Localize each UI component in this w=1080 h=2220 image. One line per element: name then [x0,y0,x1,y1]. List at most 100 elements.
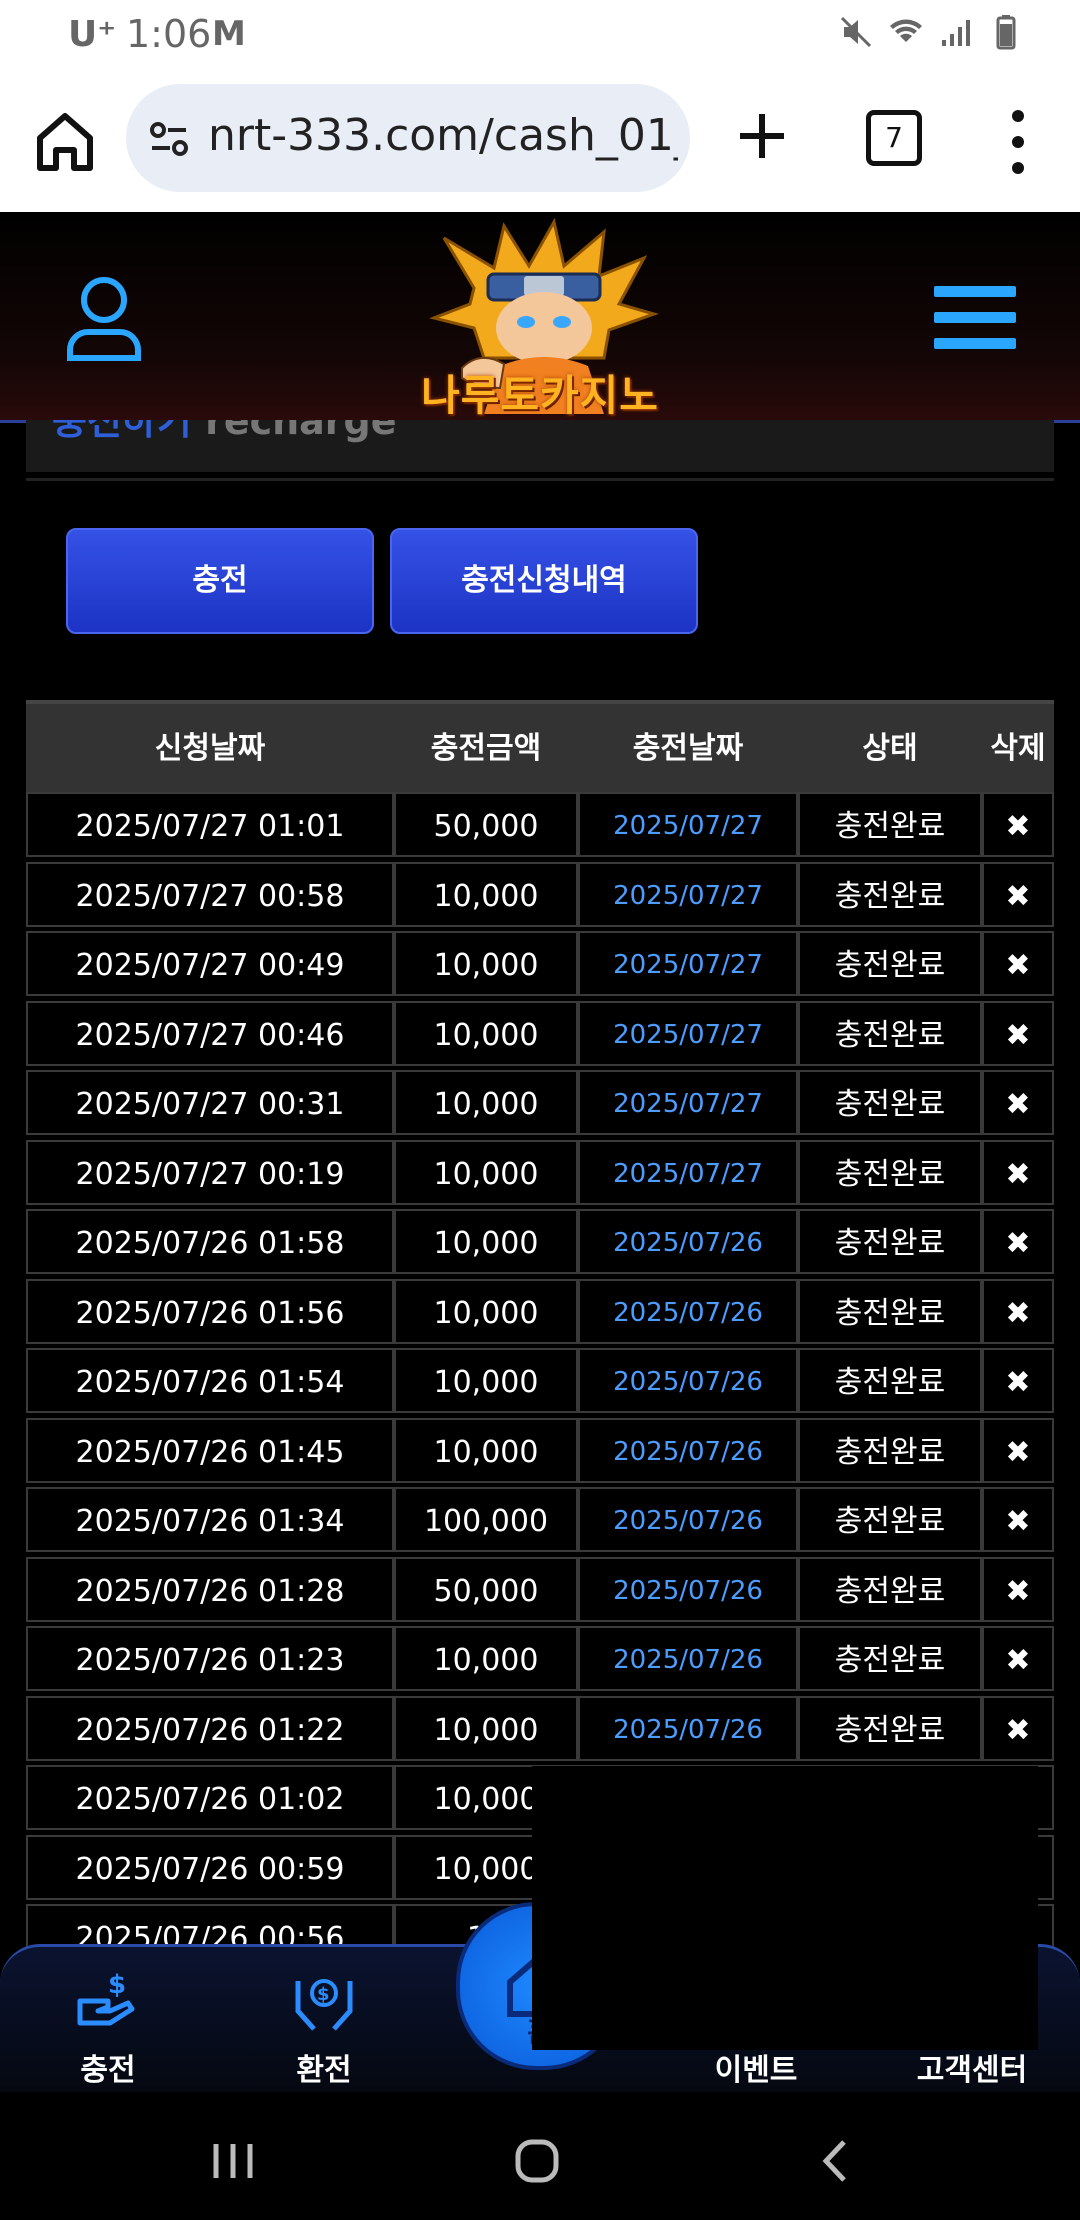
svg-text:$: $ [108,1970,126,2000]
charge-date-cell: 2025/07/27 [578,861,798,927]
request-date-cell: 2025/07/26 01:34 [26,1487,394,1552]
system-home-icon[interactable] [512,2136,562,2186]
charge-date-cell: 2025/07/26 [578,1487,798,1552]
header-delete: 삭제 [990,731,1046,766]
request-date-cell: 2025/07/26 01:45 [26,1417,394,1483]
charge-button[interactable]: 충전 [66,528,374,634]
charge-date-cell: 2025/07/27 [578,792,798,857]
amount-cell: 10,000 [394,861,578,927]
nav-charge-label: 충전 [80,2053,136,2088]
request-date-cell: 2025/07/26 01:28 [26,1556,394,1622]
delete-icon[interactable]: ✖ [982,1348,1054,1413]
nav-support-label: 고객센터 [916,2053,1028,2088]
status-cell: 충전완료 [798,1278,982,1344]
amount-cell: 10,000 [394,1417,578,1483]
request-date-cell: 2025/07/26 01:23 [26,1626,394,1691]
request-date-cell: 2025/07/26 01:58 [26,1209,394,1274]
status-bar: U⁺ 1:06 M [0,0,1080,66]
delete-icon[interactable]: ✖ [982,1626,1054,1691]
system-navigation-bar [0,2092,1080,2220]
status-cell: 충전완료 [798,931,982,996]
amount-cell: 100,000 [394,1487,578,1552]
charge-date-cell: 2025/07/27 [578,931,798,996]
section-title-en: recharge [205,420,397,443]
table-row: 2025/07/26 01:23 10,000 2025/07/26 충전완료 ✖ [26,1626,1054,1696]
amount-cell: 50,000 [394,792,578,857]
wifi-icon [890,19,922,42]
request-date-cell: 2025/07/26 01:22 [26,1695,394,1761]
header-request-date: 신청날짜 [154,731,266,766]
header-charge-date: 충전날짜 [632,731,744,766]
status-cell: 충전완료 [798,1556,982,1622]
new-tab-icon[interactable] [730,104,794,168]
status-cell: 충전완료 [798,1070,982,1135]
charge-date-cell: 2025/07/26 [578,1417,798,1483]
amount-cell: 10,000 [394,1348,578,1413]
delete-icon[interactable]: ✖ [982,1695,1054,1761]
hamburger-bar[interactable] [934,286,1016,297]
delete-icon[interactable]: ✖ [982,1487,1054,1552]
header-status: 상태 [862,731,918,766]
amount-cell: 10,000 [394,1000,578,1066]
site-settings-icon[interactable] [148,118,190,160]
delete-icon[interactable]: ✖ [982,1278,1054,1344]
delete-icon[interactable]: ✖ [982,1139,1054,1205]
request-date-cell: 2025/07/26 01:54 [26,1348,394,1413]
charge-hand-icon: $ [77,1970,135,2026]
delete-icon[interactable]: ✖ [982,1556,1054,1622]
hamburger-menu-icon[interactable] [934,338,1016,349]
delete-icon[interactable]: ✖ [982,931,1054,996]
section-title: 충전하기 recharge [52,420,397,445]
delete-icon[interactable]: ✖ [982,1070,1054,1135]
charge-date-cell: 2025/07/26 [578,1348,798,1413]
mail-notification-icon: M [212,14,246,54]
home-icon[interactable] [30,106,100,176]
more-menu-icon[interactable] [998,102,1038,182]
address-bar[interactable]: nrt-333.com/cash_01_1 [126,84,690,192]
exchange-hands-icon: $ [295,1979,353,2031]
delete-icon[interactable]: ✖ [982,861,1054,927]
carrier-label: U⁺ [68,14,117,55]
request-date-cell: 2025/07/26 00:59 [26,1834,394,1900]
charge-date-cell: 2025/07/26 [578,1556,798,1622]
delete-icon[interactable]: ✖ [982,1209,1054,1274]
status-cell: 충전완료 [798,1695,982,1761]
request-date-cell: 2025/07/27 00:19 [26,1139,394,1205]
table-row: 2025/07/26 01:45 10,000 2025/07/26 충전완료 ✖ [26,1417,1054,1488]
delete-icon[interactable]: ✖ [982,1417,1054,1483]
table-row: 2025/07/27 00:31 10,000 2025/07/27 충전완료 ✖ [26,1070,1054,1140]
table-header: 신청날짜 충전금액 충전날짜 상태 삭제 [26,700,1054,794]
request-date-cell: 2025/07/27 00:58 [26,861,394,927]
amount-cell: 10,000 [394,1695,578,1761]
nav-event-label: 이벤트 [714,2053,798,2088]
hamburger-bar[interactable] [934,312,1016,323]
charge-history-button[interactable]: 충전신청내역 [390,528,698,634]
clock: 1:06 [126,12,212,56]
amount-cell: 10,000 [394,1070,578,1135]
delete-icon[interactable]: ✖ [982,792,1054,857]
recent-apps-icon[interactable] [208,2136,258,2186]
request-date-cell: 2025/07/26 01:02 [26,1765,394,1830]
table-row: 2025/07/26 01:22 10,000 2025/07/26 충전완료 ✖ [26,1695,1054,1766]
request-date-cell: 2025/07/27 00:31 [26,1070,394,1135]
amount-cell: 10,000 [394,1278,578,1344]
tab-switcher-button[interactable]: 7 [866,110,922,166]
table-row: 2025/07/27 00:46 10,000 2025/07/27 충전완료 ✖ [26,1000,1054,1071]
user-icon[interactable] [64,274,144,362]
logo-text: 나루토카지노 [421,371,659,420]
browser-toolbar: nrt-333.com/cash_01_1 7 [0,66,1080,214]
charge-date-cell: 2025/07/27 [578,1070,798,1135]
amount-cell: 10,000 [394,1139,578,1205]
back-icon[interactable] [812,2136,862,2186]
section-title-ko: 충전하기 [52,420,192,443]
signal-icon [942,20,970,46]
nav-charge[interactable]: $ 충전 [38,1967,178,2089]
status-cell: 충전완료 [798,861,982,927]
request-date-cell: 2025/07/26 01:56 [26,1278,394,1344]
url-text[interactable]: nrt-333.com/cash_01_1 [208,110,678,161]
delete-icon[interactable]: ✖ [982,1000,1054,1066]
status-cell: 충전완료 [798,1348,982,1413]
status-cell: 충전완료 [798,1139,982,1205]
nav-exchange[interactable]: $ 환전 [254,1967,394,2089]
table-row: 2025/07/26 01:34 100,000 2025/07/26 충전완료 ✖ [26,1487,1054,1557]
